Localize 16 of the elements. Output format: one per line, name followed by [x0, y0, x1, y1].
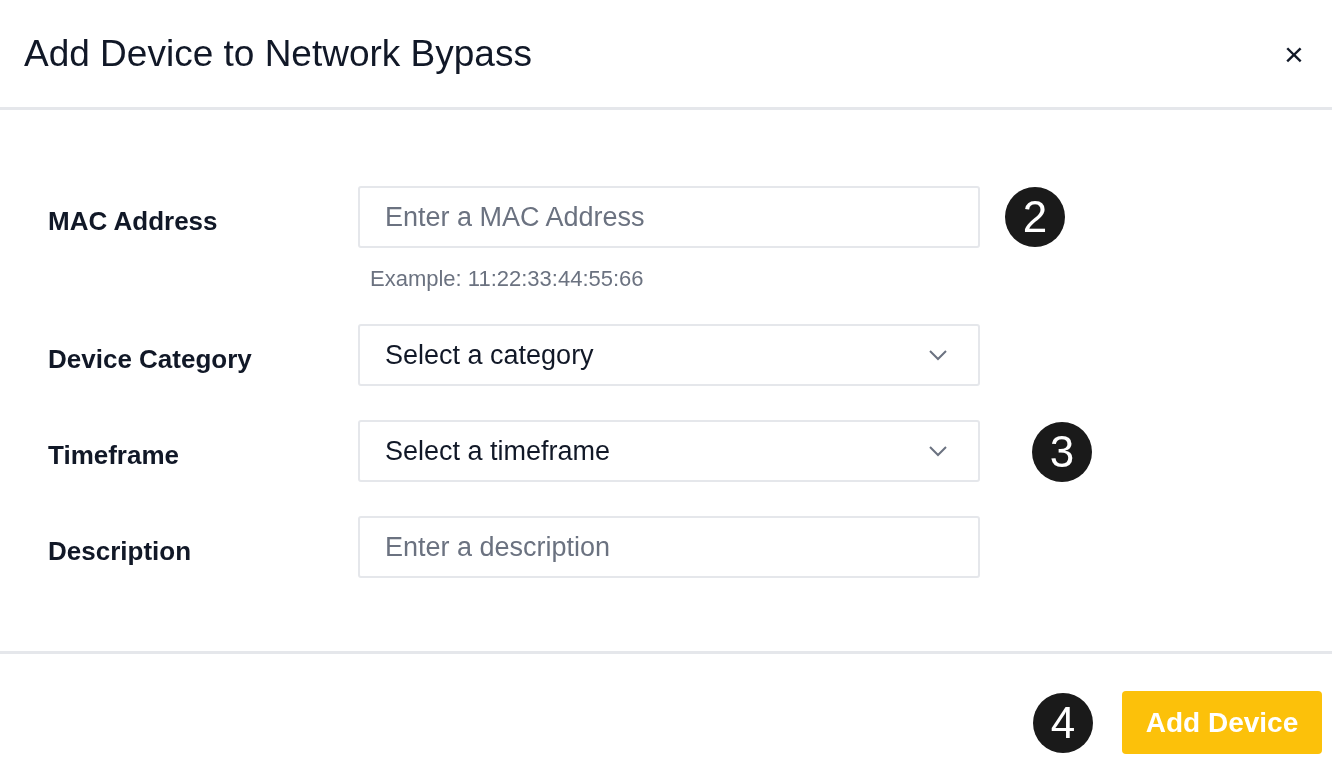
step-number-badge: 4 [1033, 693, 1093, 753]
dropdown[interactable]: Select a timeframe [358, 420, 980, 482]
field-label: Timeframe [47, 439, 181, 472]
hint-text: Example: 11:22:33:44:55:66 [369, 265, 645, 290]
chevron-down-icon [928, 445, 948, 457]
chevron-down-icon [928, 349, 948, 361]
dialog-title: Add Device to Network Bypass [24, 35, 532, 72]
field-label: MAC Address [47, 205, 219, 238]
step-number-badge: 2 [1005, 187, 1065, 247]
step-number-badge: 3 [1032, 422, 1092, 482]
text-field[interactable]: Enter a MAC Address [358, 186, 980, 248]
dropdown[interactable]: Select a category [358, 324, 980, 386]
close-button[interactable]: × [1276, 35, 1312, 72]
text-field[interactable]: Enter a description [358, 516, 980, 578]
field-label: Device Category [47, 343, 253, 376]
field-label: Description [47, 535, 193, 568]
